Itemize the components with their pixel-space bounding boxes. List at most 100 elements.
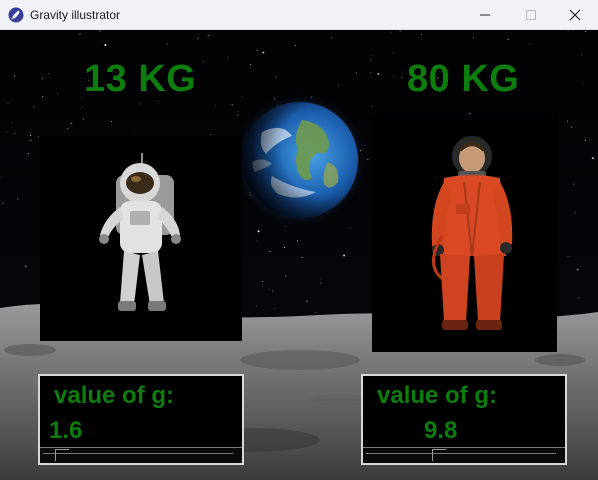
minimize-button[interactable] (462, 0, 508, 30)
right-g-value: 9.8 (424, 417, 458, 444)
right-g-panel: value of g: 9.8 (361, 374, 567, 465)
star (390, 31, 392, 33)
left-slider-thumb[interactable] (54, 449, 69, 461)
star (343, 254, 346, 257)
right-slider-track (366, 453, 556, 454)
star (215, 104, 216, 106)
star (139, 103, 141, 105)
star (331, 36, 333, 38)
star (472, 36, 474, 38)
right-astronaut-image (372, 116, 557, 352)
star (582, 82, 584, 84)
star (320, 282, 322, 284)
star (276, 76, 278, 78)
right-g-slider[interactable] (363, 447, 565, 463)
star (570, 127, 572, 128)
star (255, 239, 257, 241)
star (7, 103, 9, 105)
star (469, 113, 471, 115)
star (6, 131, 8, 133)
star (262, 51, 265, 54)
maximize-icon (526, 10, 536, 20)
left-astronaut-image (40, 135, 242, 341)
star (71, 122, 73, 124)
star (14, 132, 16, 134)
star (256, 49, 258, 51)
left-g-value: 1.6 (49, 417, 83, 444)
earth-image (232, 92, 368, 228)
star (294, 45, 296, 47)
star (399, 30, 401, 32)
star (573, 183, 575, 185)
star (41, 77, 43, 79)
star (104, 44, 107, 46)
star (284, 247, 285, 248)
star (33, 106, 35, 108)
maximize-button[interactable] (508, 0, 554, 30)
star (110, 120, 112, 122)
close-button[interactable] (552, 0, 598, 30)
window-title: Gravity illustrator (30, 8, 121, 22)
star (584, 139, 586, 141)
star (392, 52, 394, 54)
star (11, 122, 12, 124)
star (372, 55, 374, 57)
star (197, 37, 199, 39)
star (30, 140, 32, 142)
left-mass-label: 13 KG (84, 58, 197, 100)
star (567, 30, 569, 32)
star (581, 54, 582, 56)
star (567, 256, 569, 258)
star (371, 105, 373, 107)
star (401, 76, 403, 78)
app-icon (8, 7, 24, 23)
right-g-heading: value of g: (377, 382, 498, 409)
star (17, 198, 19, 200)
star (507, 38, 509, 40)
star (79, 33, 81, 35)
star (370, 59, 371, 61)
left-g-panel: value of g: 1.6 (38, 374, 244, 465)
star (42, 96, 44, 97)
star (81, 107, 83, 108)
star (2, 202, 4, 204)
space-scene: 13 KG 80 KG value of g: 1.6 value of g: … (0, 30, 598, 480)
star (207, 35, 209, 36)
star (576, 268, 579, 271)
star (30, 135, 31, 136)
star (24, 265, 27, 268)
right-mass-label: 80 KG (407, 58, 520, 100)
star (14, 75, 16, 77)
left-slider-track (43, 453, 233, 454)
star (0, 175, 1, 177)
star (285, 275, 287, 277)
star (377, 72, 380, 75)
star (591, 157, 594, 160)
star (250, 64, 252, 65)
star (261, 281, 263, 282)
star (567, 120, 569, 122)
star (202, 60, 204, 62)
star (257, 230, 260, 233)
left-g-slider[interactable] (40, 447, 242, 463)
star (80, 96, 82, 98)
star (57, 93, 59, 95)
right-slider-thumb[interactable] (431, 449, 446, 461)
star (37, 136, 39, 138)
star (355, 72, 357, 74)
star (269, 251, 271, 253)
star (28, 153, 29, 155)
star (370, 72, 371, 74)
star (100, 40, 102, 42)
close-icon (569, 9, 581, 21)
star (338, 84, 340, 86)
star (529, 43, 531, 45)
star (297, 240, 299, 242)
minimize-icon (480, 14, 490, 16)
star (166, 43, 168, 45)
star (48, 72, 50, 74)
star (83, 118, 85, 120)
star (420, 33, 422, 35)
star (226, 56, 228, 58)
star (574, 212, 576, 214)
